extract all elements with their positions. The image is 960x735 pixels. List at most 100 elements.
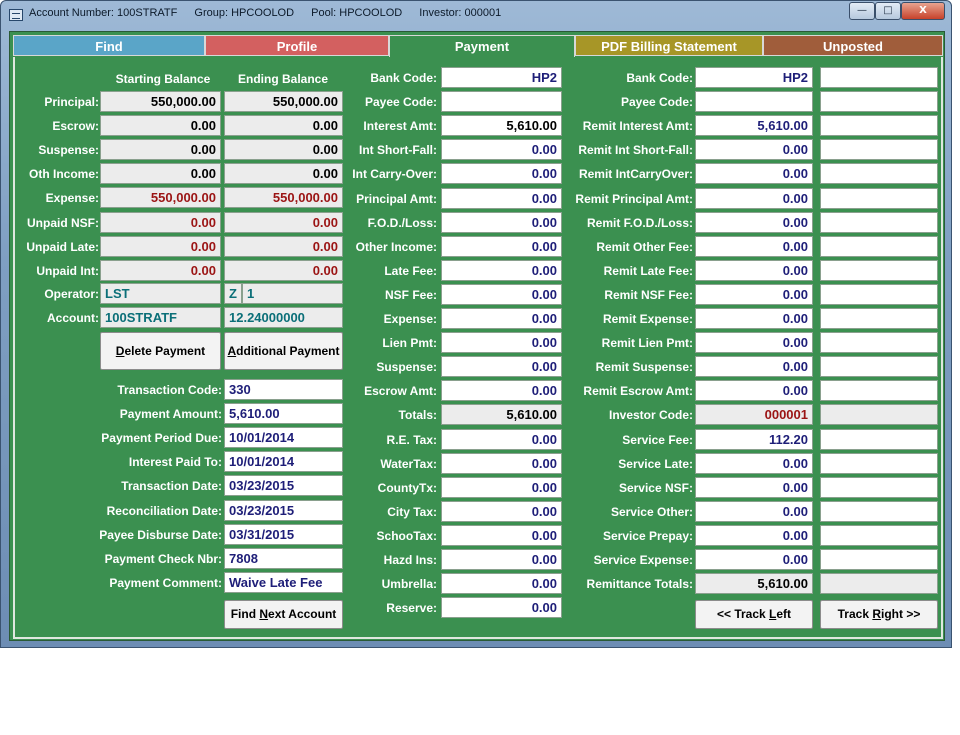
remit-extra-field-service-late[interactable]: [820, 452, 938, 474]
remit-extra-field-remit-other-fee[interactable]: [820, 235, 938, 257]
starting-balance-principal[interactable]: 550,000.00: [100, 91, 221, 112]
remit-field-remit-escrow-amt[interactable]: 0.00: [695, 380, 813, 402]
track-right-button[interactable]: Track Right >>: [820, 600, 938, 629]
txn-field-reconciliation-date[interactable]: 03/23/2015: [224, 499, 343, 521]
tab-unposted[interactable]: Unposted: [763, 35, 943, 56]
ending-balance-principal[interactable]: 550,000.00: [224, 91, 343, 112]
payment-field-f-o-d-loss[interactable]: 0.00: [441, 211, 562, 233]
txn-field-payee-disburse-date[interactable]: 03/31/2015: [224, 523, 343, 545]
starting-balance-unpaid-late[interactable]: 0.00: [100, 235, 221, 257]
operator-field[interactable]: LST: [100, 283, 221, 304]
title-bar[interactable]: Account Number: 100STRATF Group: HPCOOLO…: [1, 1, 951, 29]
interest-rate-field[interactable]: 12.24000000: [224, 307, 343, 328]
ending-balance-unpaid-int[interactable]: 0.00: [224, 259, 343, 281]
txn-field-payment-amount[interactable]: 5,610.00: [224, 403, 343, 425]
payment-field-late-fee[interactable]: 0.00: [441, 259, 562, 281]
remit-field-remit-int-short-fall[interactable]: 0.00: [695, 139, 813, 161]
payment-field-payee-code[interactable]: [441, 91, 562, 113]
payment-field-int-short-fall[interactable]: 0.00: [441, 139, 562, 161]
txn-field-transaction-code[interactable]: 330: [224, 379, 343, 400]
payment-field-totals[interactable]: 5,610.00: [441, 404, 562, 426]
operator-code-field[interactable]: Z: [224, 283, 242, 304]
payment-field-principal-amt[interactable]: 0.00: [441, 187, 562, 209]
payment-field-countytx[interactable]: 0.00: [441, 476, 562, 498]
minimize-icon[interactable]: —: [849, 2, 875, 20]
remit-extra-field-remit-f-o-d-loss[interactable]: [820, 211, 938, 233]
txn-field-payment-comment[interactable]: Waive Late Fee: [224, 571, 343, 593]
close-icon[interactable]: X: [901, 2, 945, 20]
remit-field-remit-late-fee[interactable]: 0.00: [695, 259, 813, 281]
remit-field-service-expense[interactable]: 0.00: [695, 549, 813, 570]
tab-profile[interactable]: Profile: [205, 35, 389, 56]
remit-extra-field-remit-interest-amt[interactable]: [820, 115, 938, 137]
remit-field-remit-interest-amt[interactable]: 5,610.00: [695, 115, 813, 137]
payment-field-hazd-ins[interactable]: 0.00: [441, 549, 562, 570]
track-left-button[interactable]: << Track Left: [695, 600, 813, 629]
ending-balance-oth-income[interactable]: 0.00: [224, 163, 343, 185]
remit-extra-field-service-prepay[interactable]: [820, 524, 938, 546]
payment-field-nsf-fee[interactable]: 0.00: [441, 283, 562, 305]
payment-field-r-e-tax[interactable]: 0.00: [441, 428, 562, 450]
remit-extra-field-service-expense[interactable]: [820, 549, 938, 570]
remit-extra-field-remit-late-fee[interactable]: [820, 259, 938, 281]
payment-field-suspense[interactable]: 0.00: [441, 356, 562, 378]
find-next-account-button[interactable]: Find Next Account: [224, 600, 343, 629]
remit-extra-field-remit-escrow-amt[interactable]: [820, 380, 938, 402]
remit-field-remit-intcarryover[interactable]: 0.00: [695, 163, 813, 185]
remit-extra-field-service-other[interactable]: [820, 500, 938, 522]
remit-field-remit-expense[interactable]: 0.00: [695, 308, 813, 329]
remit-extra-field-remit-lien-pmt[interactable]: [820, 332, 938, 354]
payment-field-int-carry-over[interactable]: 0.00: [441, 163, 562, 185]
tab-pdf-billing-statement[interactable]: PDF Billing Statement: [575, 35, 763, 56]
remit-extra-field-remit-intcarryover[interactable]: [820, 163, 938, 185]
remit-field-remittance-totals[interactable]: 5,610.00: [695, 573, 813, 595]
remit-extra-field-remittance-totals[interactable]: [820, 573, 938, 595]
delete-payment-button[interactable]: Delete Payment: [100, 332, 221, 370]
payment-field-city-tax[interactable]: 0.00: [441, 500, 562, 522]
payment-field-reserve[interactable]: 0.00: [441, 597, 562, 619]
starting-balance-unpaid-nsf[interactable]: 0.00: [100, 211, 221, 233]
remit-field-service-late[interactable]: 0.00: [695, 452, 813, 474]
starting-balance-unpaid-int[interactable]: 0.00: [100, 259, 221, 281]
remit-field-remit-lien-pmt[interactable]: 0.00: [695, 332, 813, 354]
remit-field-service-other[interactable]: 0.00: [695, 500, 813, 522]
remit-field-service-prepay[interactable]: 0.00: [695, 524, 813, 546]
payment-field-watertax[interactable]: 0.00: [441, 452, 562, 474]
starting-balance-expense[interactable]: 550,000.00: [100, 187, 221, 209]
remit-extra-field-payee-code[interactable]: [820, 91, 938, 113]
additional-payment-button[interactable]: Additional Payment: [224, 332, 343, 370]
payment-field-schootax[interactable]: 0.00: [441, 524, 562, 546]
txn-field-interest-paid-to[interactable]: 10/01/2014: [224, 451, 343, 473]
remit-extra-field-service-fee[interactable]: [820, 428, 938, 450]
ending-balance-escrow[interactable]: 0.00: [224, 115, 343, 137]
ending-balance-unpaid-nsf[interactable]: 0.00: [224, 211, 343, 233]
remit-extra-field-remit-principal-amt[interactable]: [820, 187, 938, 209]
remit-field-service-fee[interactable]: 112.20: [695, 428, 813, 450]
ending-balance-expense[interactable]: 550,000.00: [224, 187, 343, 209]
remit-extra-field-bank-code[interactable]: [820, 67, 938, 88]
remit-field-remit-principal-amt[interactable]: 0.00: [695, 187, 813, 209]
txn-field-payment-period-due[interactable]: 10/01/2014: [224, 427, 343, 449]
payment-field-interest-amt[interactable]: 5,610.00: [441, 115, 562, 137]
remit-field-remit-other-fee[interactable]: 0.00: [695, 235, 813, 257]
payment-field-other-income[interactable]: 0.00: [441, 235, 562, 257]
ending-balance-unpaid-late[interactable]: 0.00: [224, 235, 343, 257]
remit-extra-field-remit-int-short-fall[interactable]: [820, 139, 938, 161]
tab-payment[interactable]: Payment: [389, 35, 575, 57]
payment-field-escrow-amt[interactable]: 0.00: [441, 380, 562, 402]
maximize-icon[interactable]: □: [875, 2, 901, 20]
remit-field-remit-f-o-d-loss[interactable]: 0.00: [695, 211, 813, 233]
starting-balance-escrow[interactable]: 0.00: [100, 115, 221, 137]
remit-extra-field-remit-suspense[interactable]: [820, 356, 938, 378]
payment-field-lien-pmt[interactable]: 0.00: [441, 332, 562, 354]
txn-field-transaction-date[interactable]: 03/23/2015: [224, 475, 343, 497]
tab-find[interactable]: Find: [13, 35, 205, 56]
operator-number-field[interactable]: 1: [242, 283, 343, 304]
starting-balance-suspense[interactable]: 0.00: [100, 139, 221, 161]
remit-field-remit-suspense[interactable]: 0.00: [695, 356, 813, 378]
payment-field-expense[interactable]: 0.00: [441, 308, 562, 329]
account-field[interactable]: 100STRATF: [100, 307, 221, 328]
remit-field-remit-nsf-fee[interactable]: 0.00: [695, 283, 813, 305]
txn-field-payment-check-nbr[interactable]: 7808: [224, 547, 343, 569]
remit-extra-field-service-nsf[interactable]: [820, 476, 938, 498]
